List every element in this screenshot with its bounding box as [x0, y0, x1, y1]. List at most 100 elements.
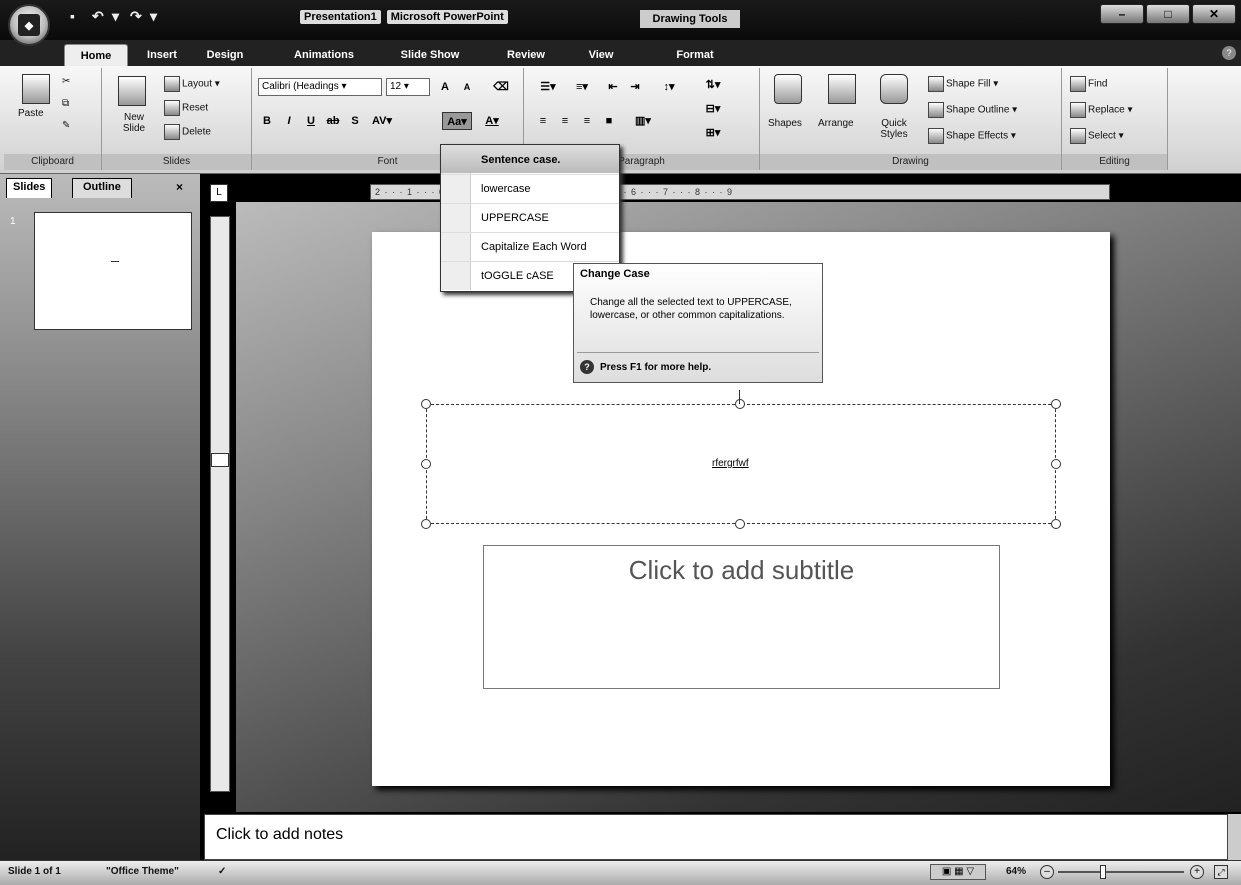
- resize-handle-bottom-right[interactable]: [1051, 519, 1061, 529]
- shrink-font-icon[interactable]: A: [458, 78, 476, 96]
- find-button[interactable]: Find: [1070, 76, 1107, 92]
- resize-handle-bottom[interactable]: [735, 519, 745, 529]
- resize-handle-top-left[interactable]: [421, 399, 431, 409]
- resize-handle-top[interactable]: [735, 399, 745, 409]
- increase-indent-icon[interactable]: ⇥: [626, 78, 644, 96]
- replace-button[interactable]: Replace ▾: [1070, 102, 1133, 118]
- align-right-icon[interactable]: ≡: [578, 112, 596, 130]
- tab-slides[interactable]: Slides: [6, 178, 53, 198]
- zoom-level[interactable]: 64%: [1006, 866, 1026, 877]
- resize-handle-bottom-left[interactable]: [421, 519, 431, 529]
- shape-fill-button[interactable]: Shape Fill ▾: [928, 76, 998, 92]
- justify-icon[interactable]: ■: [600, 112, 618, 130]
- redo-icon[interactable]: ↷: [130, 8, 142, 28]
- undo-dropdown-icon[interactable]: ▾: [112, 8, 119, 28]
- numbering-icon[interactable]: ≡▾: [568, 78, 596, 96]
- change-case-button[interactable]: Aa▾: [442, 112, 472, 130]
- layout-icon: [164, 76, 180, 92]
- tab-review[interactable]: Review: [496, 44, 556, 66]
- text-shadow-icon[interactable]: S: [346, 112, 364, 130]
- arrange-icon[interactable]: [828, 74, 856, 104]
- copy-icon[interactable]: ⧉: [62, 98, 69, 109]
- undo-icon[interactable]: ↶: [92, 8, 104, 28]
- reset-button[interactable]: Reset: [164, 100, 208, 116]
- paste-icon[interactable]: [22, 74, 50, 104]
- text-direction-icon[interactable]: ⇅▾: [698, 76, 728, 94]
- tab-home[interactable]: Home: [64, 44, 128, 66]
- new-slide-button[interactable]: New Slide: [114, 112, 154, 134]
- menu-item-lowercase[interactable]: lowercase: [441, 174, 619, 202]
- close-pane-icon[interactable]: ×: [176, 180, 183, 194]
- maximize-button[interactable]: □: [1146, 4, 1190, 24]
- close-button[interactable]: ✕: [1192, 4, 1236, 24]
- shapes-icon[interactable]: [774, 74, 802, 104]
- bullets-icon[interactable]: ☰▾: [534, 78, 562, 96]
- shape-effects-button[interactable]: Shape Effects ▾: [928, 128, 1016, 144]
- bold-icon[interactable]: B: [258, 112, 276, 130]
- align-text-icon[interactable]: ⊟▾: [698, 100, 728, 118]
- quick-styles-button[interactable]: Quick Styles: [874, 118, 914, 140]
- line-spacing-icon[interactable]: ↕▾: [654, 78, 684, 96]
- resize-handle-right[interactable]: [1051, 459, 1061, 469]
- new-slide-icon[interactable]: [118, 76, 146, 106]
- arrange-button[interactable]: Arrange: [818, 118, 854, 129]
- menu-item-sentence-case[interactable]: Sentence case.: [441, 145, 619, 173]
- menu-item-uppercase[interactable]: UPPERCASE: [441, 203, 619, 231]
- quick-access-customize-icon[interactable]: ▾: [150, 8, 157, 28]
- resize-handle-top-right[interactable]: [1051, 399, 1061, 409]
- zoom-slider-track[interactable]: [1058, 871, 1184, 873]
- underline-icon[interactable]: U: [302, 112, 320, 130]
- font-size-combo[interactable]: 12 ▾: [386, 78, 430, 96]
- cut-icon[interactable]: ✂: [62, 76, 70, 87]
- tab-insert[interactable]: Insert: [136, 44, 188, 66]
- tab-design[interactable]: Design: [196, 44, 254, 66]
- select-button[interactable]: Select ▾: [1070, 128, 1124, 144]
- font-name-combo[interactable]: Calibri (Headings ▾: [258, 78, 382, 96]
- clear-formatting-icon[interactable]: ⌫: [492, 78, 510, 96]
- shapes-button[interactable]: Shapes: [768, 118, 802, 129]
- notes-placeholder-text: Click to add notes: [216, 826, 344, 843]
- tab-view[interactable]: View: [576, 44, 626, 66]
- resize-handle-left[interactable]: [421, 459, 431, 469]
- save-icon[interactable]: ▪: [70, 8, 75, 28]
- shape-outline-button[interactable]: Shape Outline ▾: [928, 102, 1017, 118]
- decrease-indent-icon[interactable]: ⇤: [604, 78, 622, 96]
- zoom-slider-thumb[interactable]: [1100, 865, 1106, 879]
- tab-animations[interactable]: Animations: [274, 44, 374, 66]
- minimize-button[interactable]: –: [1100, 4, 1144, 24]
- tab-outline[interactable]: Outline: [72, 178, 132, 198]
- slide-title-text[interactable]: rfergrfwf: [712, 458, 749, 469]
- help-icon[interactable]: ?: [1222, 46, 1236, 60]
- format-painter-icon[interactable]: ✎: [62, 120, 70, 131]
- delete-button[interactable]: Delete: [164, 124, 211, 140]
- paste-button[interactable]: Paste: [18, 108, 44, 119]
- tab-format[interactable]: Format: [660, 44, 730, 66]
- character-spacing-icon[interactable]: AV▾: [368, 112, 396, 130]
- notes-pane[interactable]: [204, 814, 1228, 860]
- columns-icon[interactable]: ▥▾: [628, 112, 658, 130]
- grow-font-icon[interactable]: A: [436, 78, 454, 96]
- zoom-out-icon[interactable]: –: [1040, 865, 1054, 879]
- fit-to-window-icon[interactable]: ⤢: [1214, 865, 1228, 879]
- notes-scrollbar[interactable]: [1228, 814, 1241, 860]
- slide-thumbnail[interactable]: [34, 212, 192, 330]
- ruler-indent-marker[interactable]: [211, 453, 229, 467]
- align-center-icon[interactable]: ≡: [556, 112, 574, 130]
- spell-check-icon[interactable]: ✓: [218, 866, 226, 877]
- vertical-ruler[interactable]: [210, 216, 230, 792]
- italic-icon[interactable]: I: [280, 112, 298, 130]
- strikethrough-icon[interactable]: ab: [324, 112, 342, 130]
- convert-smartart-icon[interactable]: ⊞▾: [698, 124, 728, 142]
- tab-selector-icon[interactable]: L: [210, 184, 228, 202]
- menu-item-capitalize-each-word[interactable]: Capitalize Each Word: [441, 232, 619, 260]
- tab-slide-show[interactable]: Slide Show: [390, 44, 470, 66]
- align-left-icon[interactable]: ≡: [534, 112, 552, 130]
- font-color-icon[interactable]: A▾: [478, 112, 506, 130]
- quick-styles-icon[interactable]: [880, 74, 908, 104]
- view-buttons[interactable]: ▣ ▦ ▽: [930, 864, 986, 880]
- theme-status[interactable]: "Office Theme": [106, 866, 179, 877]
- office-button[interactable]: ◆: [8, 4, 50, 46]
- tooltip-separator: [577, 352, 819, 353]
- layout-button[interactable]: Layout ▾: [164, 76, 220, 92]
- zoom-in-icon[interactable]: +: [1190, 865, 1204, 879]
